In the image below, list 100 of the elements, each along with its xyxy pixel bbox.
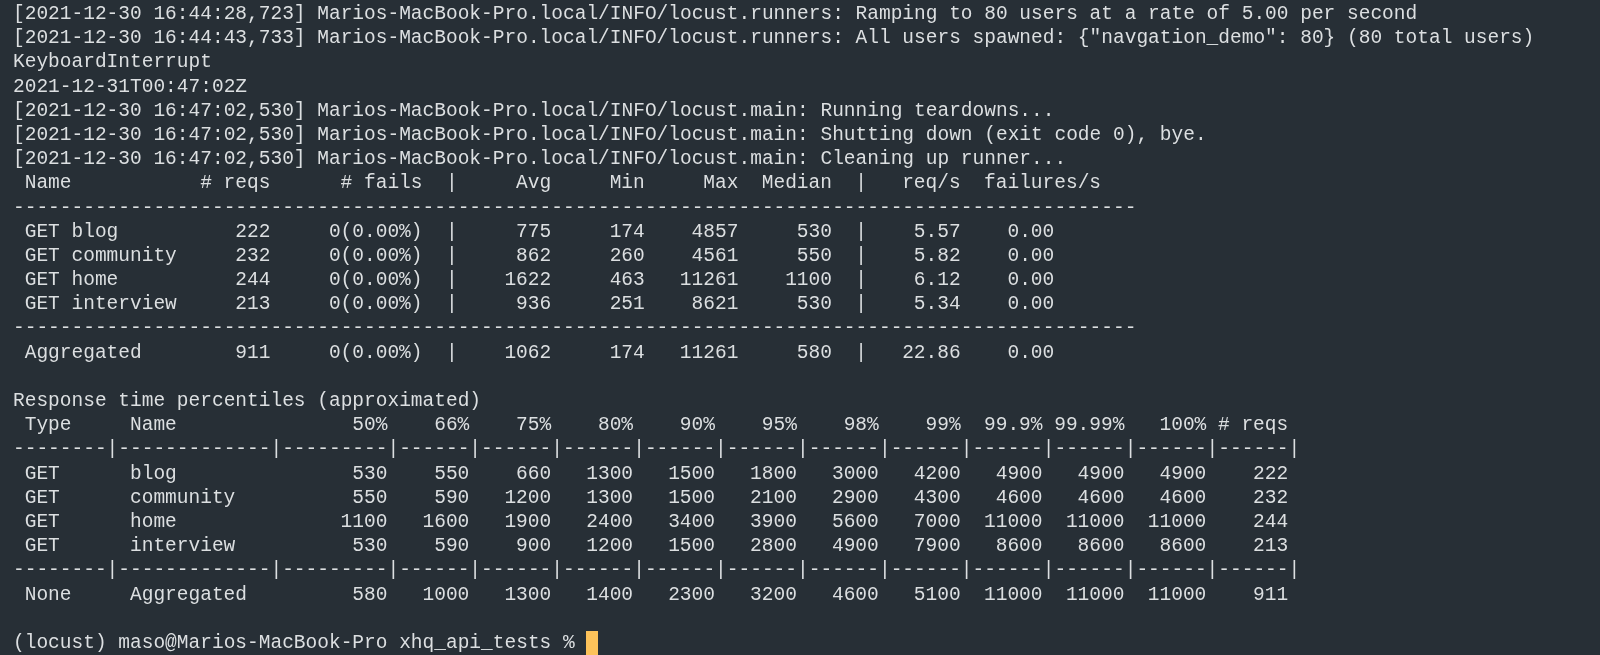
table-cell-text: 11000 xyxy=(1064,509,1125,535)
table-cell-text: 3900 xyxy=(749,509,797,535)
table-cell-text: 0.00 xyxy=(1006,268,1055,293)
text-cursor xyxy=(586,630,599,655)
column-separator: | xyxy=(855,340,868,365)
table-cell-text: 3400 xyxy=(667,509,715,535)
log-line: [2021-12-30 16:44:28,723] Marios-MacBook-Pro.local/INFO/locust.runners: Ramping to 80 users at a rate of 5.00 per second xyxy=(13,2,1418,27)
table-cell-text: 4561 xyxy=(690,243,739,269)
table-cell-text: community xyxy=(130,485,237,510)
table-cell-text: 11000 xyxy=(983,509,1043,535)
table-cell-text: None xyxy=(24,582,73,607)
column-header: # reqs xyxy=(199,171,271,196)
column-separator: | xyxy=(445,268,458,293)
table-cell-text: 4200 xyxy=(912,461,961,486)
table-cell-text: 5.57 xyxy=(912,219,961,244)
column-header: 66% xyxy=(433,413,470,438)
column-separator: | xyxy=(855,268,868,293)
table-cell: GET community xyxy=(24,243,177,269)
table-cell-text: 8600 xyxy=(1076,534,1125,559)
table-cell-text: 911 xyxy=(234,340,271,365)
column-header: 50% xyxy=(351,413,388,438)
table-cell-text: 0(0.00%) xyxy=(327,340,423,365)
table-cell-text: 5600 xyxy=(830,509,879,535)
table-cell-text: 11000 xyxy=(983,582,1043,607)
table-cell-text: 1400 xyxy=(585,582,634,607)
table-cell-text: 0(0.00%) xyxy=(327,268,423,293)
table-cell-text: 3000 xyxy=(830,461,879,486)
table-cell-text: 8621 xyxy=(690,292,739,317)
table-cell-text: 222 xyxy=(234,219,271,244)
table-cell-text: 1000 xyxy=(421,582,470,607)
table-cell-text: 11000 xyxy=(1146,582,1207,607)
log-line: [2021-12-30 16:44:43,733] Marios-MacBook-Pro.local/INFO/locust.runners: All users spawned: {"navgation_demo": 80} (80 total users) xyxy=(13,26,1535,51)
table-cell-text: 0.00 xyxy=(1006,340,1055,365)
table-cell-text: 1500 xyxy=(667,461,715,486)
column-header: 99.99% xyxy=(1054,413,1125,438)
table-cell-text: 0(0.00%) xyxy=(327,219,423,244)
table-cell-text: 2300 xyxy=(667,582,715,607)
table-cell-text: GET xyxy=(24,461,61,486)
table-cell-text: 936 xyxy=(515,292,552,317)
log-line: [2021-12-30 16:47:02,530] Marios-MacBook-Pro.local/INFO/locust.main: Running teardowns... xyxy=(13,98,1055,123)
column-separator: | xyxy=(855,243,868,269)
column-header: Name xyxy=(130,413,178,438)
section-title: Response time percentiles (approximated) xyxy=(13,389,482,414)
column-separator: | xyxy=(445,340,458,365)
table-cell-text: 530 xyxy=(351,534,388,559)
column-header: 90% xyxy=(678,413,715,438)
table-cell-text: 8600 xyxy=(1158,534,1207,559)
table-cell-text: 1300 xyxy=(585,485,634,510)
table-cell-text: 530 xyxy=(351,461,388,486)
table-cell-text: Aggregated xyxy=(24,340,143,365)
table-cell-text: 4600 xyxy=(994,485,1043,510)
table-cell-text: 232 xyxy=(1252,485,1289,510)
table-cell-text: 8600 xyxy=(994,534,1043,559)
table-cell-text: 4900 xyxy=(1076,461,1125,486)
table-cell-text: 5.34 xyxy=(912,292,961,317)
log-line: KeyboardInterrupt xyxy=(13,50,212,75)
table-cell-text: 550 xyxy=(351,485,388,510)
column-header: Median xyxy=(760,171,832,196)
column-header: # reqs xyxy=(1218,413,1289,438)
table-cell-text: 862 xyxy=(515,243,552,269)
table-cell-text: 11000 xyxy=(1064,582,1125,607)
column-separator: | xyxy=(445,243,458,269)
table-cell-text: 530 xyxy=(795,292,832,317)
table-cell-text: 1622 xyxy=(503,268,552,293)
table-cell-text: 1062 xyxy=(503,340,552,365)
column-header: 98% xyxy=(842,413,879,438)
table-cell-text: 7000 xyxy=(912,509,961,535)
column-header: 80% xyxy=(596,413,634,438)
column-header: req/s xyxy=(901,171,961,196)
table-cell-text: 244 xyxy=(1252,509,1289,535)
log-line: [2021-12-30 16:47:02,530] Marios-MacBook-Pro.local/INFO/locust.main: Shutting down (exit code 0), bye. xyxy=(13,122,1207,148)
column-header: Avg xyxy=(515,171,552,196)
table-cell-text: 213 xyxy=(1252,534,1289,559)
table-cell-text: 1300 xyxy=(503,582,552,607)
table-cell-text: 11261 xyxy=(678,340,739,365)
column-header: Max xyxy=(702,171,739,196)
table-cell-text: 1100 xyxy=(339,509,388,535)
table-cell-text: 660 xyxy=(515,461,552,486)
table-rule: --------|-------------|---------|------|------|------|------|------|------|------|------|------|------|------| xyxy=(13,558,1301,583)
table-rule: ------------------------------------------------------------------------------------------------ xyxy=(13,195,1137,220)
table-cell-text: 0.00 xyxy=(1006,292,1055,317)
table-cell-text: 174 xyxy=(608,340,645,365)
column-separator: | xyxy=(855,292,868,317)
table-cell-text: GET xyxy=(24,509,61,535)
table-cell-text: 1500 xyxy=(667,534,715,559)
table-cell-text: interview xyxy=(130,534,237,559)
table-cell-text: 590 xyxy=(433,534,470,559)
table-cell-text: 550 xyxy=(795,243,832,269)
table-cell-text: 3200 xyxy=(749,582,797,607)
column-header: Name xyxy=(24,171,73,196)
table-cell-text: 5.82 xyxy=(912,243,961,269)
table-cell-text: 4600 xyxy=(1158,485,1207,510)
table-cell-text: 4300 xyxy=(912,485,961,510)
table-cell-text: GET xyxy=(24,534,61,559)
table-cell-text: 2900 xyxy=(830,485,879,510)
table-cell: GET interview xyxy=(24,292,177,317)
table-cell-text: 5100 xyxy=(912,582,961,607)
log-line: 2021-12-31T00:47:02Z xyxy=(13,74,248,99)
table-cell-text: 4600 xyxy=(1076,485,1125,510)
table-cell-text: 232 xyxy=(234,243,271,269)
